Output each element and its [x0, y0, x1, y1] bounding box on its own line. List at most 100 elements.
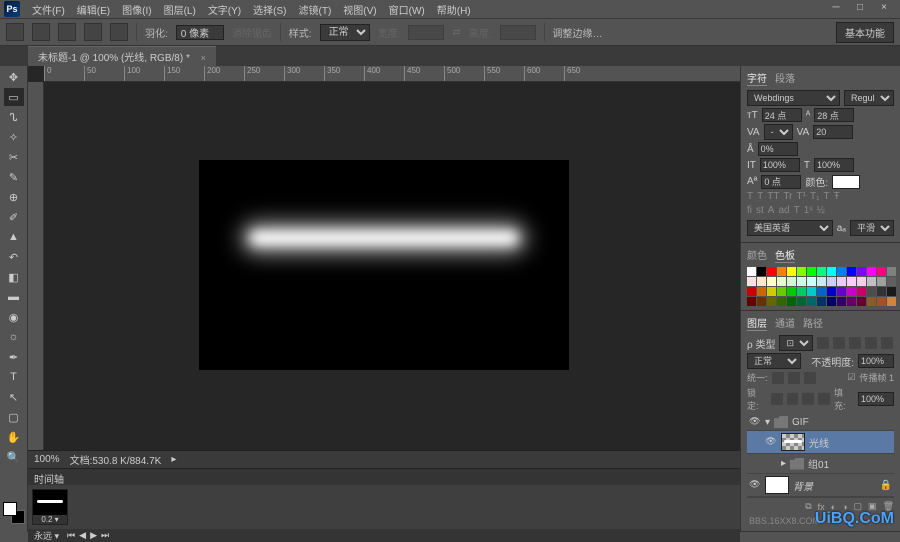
- history-brush-tool[interactable]: ↶: [4, 248, 24, 266]
- swatch[interactable]: [887, 267, 896, 276]
- expand-icon[interactable]: ▸: [781, 458, 786, 469]
- swatch[interactable]: [877, 267, 886, 276]
- text-color-swatch[interactable]: [832, 175, 860, 189]
- menu-item[interactable]: 图层(L): [158, 0, 202, 19]
- marquee-tool[interactable]: ▭: [4, 88, 24, 106]
- swatch[interactable]: [877, 297, 886, 306]
- hand-tool[interactable]: ✋: [4, 428, 24, 446]
- lock-position-icon[interactable]: [802, 393, 814, 405]
- swatch[interactable]: [867, 277, 876, 286]
- baseline-pct-input[interactable]: [758, 142, 798, 156]
- swatch[interactable]: [847, 287, 856, 296]
- swatch[interactable]: [887, 277, 896, 286]
- swatch[interactable]: [817, 267, 826, 276]
- pen-tool[interactable]: ✒: [4, 348, 24, 366]
- opacity-input[interactable]: [858, 354, 894, 368]
- swatch[interactable]: [847, 267, 856, 276]
- swatch[interactable]: [787, 287, 796, 296]
- text-style-button[interactable]: T: [757, 191, 763, 202]
- swatch[interactable]: [777, 267, 786, 276]
- tab-paths[interactable]: 路径: [803, 315, 823, 331]
- canvas-viewport[interactable]: [44, 82, 740, 450]
- menu-item[interactable]: 编辑(E): [71, 0, 116, 19]
- text-style-button[interactable]: Ŧ: [834, 191, 840, 202]
- lock-pixels-icon[interactable]: [787, 393, 799, 405]
- antialias-select[interactable]: 平滑: [850, 220, 894, 236]
- swatch[interactable]: [817, 297, 826, 306]
- swatch[interactable]: [857, 297, 866, 306]
- document-tab[interactable]: 未标题-1 @ 100% (光线, RGB/8) * ×: [28, 46, 216, 66]
- unify-position-icon[interactable]: [772, 372, 784, 384]
- opentype-1st[interactable]: 1ˢ: [804, 205, 813, 216]
- zoom-level[interactable]: 100%: [34, 454, 60, 465]
- font-style-select[interactable]: Regular: [844, 90, 894, 106]
- swatch[interactable]: [807, 277, 816, 286]
- swatch[interactable]: [887, 297, 896, 306]
- color-swatch-control[interactable]: [3, 502, 25, 524]
- refine-edge-button[interactable]: 调整边缘…: [553, 25, 603, 40]
- visibility-toggle-icon[interactable]: 👁: [765, 436, 777, 448]
- swatch[interactable]: [817, 277, 826, 286]
- document-canvas[interactable]: [199, 160, 569, 370]
- opentype-a1[interactable]: A: [768, 205, 775, 216]
- tab-layers[interactable]: 图层: [747, 315, 767, 331]
- swatch[interactable]: [757, 297, 766, 306]
- language-select[interactable]: 美国英语: [747, 220, 833, 236]
- gradient-tool[interactable]: ▬: [4, 288, 24, 306]
- swatch[interactable]: [827, 287, 836, 296]
- tab-color[interactable]: 颜色: [747, 247, 767, 263]
- visibility-toggle-icon[interactable]: 👁: [749, 416, 761, 428]
- leading-input[interactable]: [814, 108, 854, 122]
- swatch[interactable]: [747, 277, 756, 286]
- opentype-fi[interactable]: fi: [747, 205, 752, 216]
- wand-tool[interactable]: ✧: [4, 128, 24, 146]
- stamp-tool[interactable]: ▲: [4, 228, 24, 246]
- tab-character[interactable]: 字符: [747, 70, 767, 86]
- lock-transparent-icon[interactable]: [771, 393, 783, 405]
- swatch[interactable]: [847, 297, 856, 306]
- swatch[interactable]: [767, 267, 776, 276]
- close-button[interactable]: ×: [872, 2, 896, 16]
- swatch[interactable]: [797, 287, 806, 296]
- move-tool[interactable]: ✥: [4, 68, 24, 86]
- swatch[interactable]: [837, 297, 846, 306]
- healing-tool[interactable]: ⊕: [4, 188, 24, 206]
- zoom-tool[interactable]: 🔍: [4, 448, 24, 466]
- swatch[interactable]: [767, 287, 776, 296]
- tab-paragraph[interactable]: 段落: [775, 70, 795, 86]
- path-tool[interactable]: ↖: [4, 388, 24, 406]
- swatch[interactable]: [747, 297, 756, 306]
- layer-name[interactable]: 背景: [793, 478, 813, 493]
- close-tab-icon[interactable]: ×: [201, 53, 206, 63]
- swatch[interactable]: [757, 287, 766, 296]
- swatch[interactable]: [777, 277, 786, 286]
- propagate-label[interactable]: 传播帧 1: [859, 371, 894, 384]
- swatch[interactable]: [777, 287, 786, 296]
- layer-name[interactable]: GIF: [792, 417, 809, 428]
- text-style-button[interactable]: T¹: [797, 191, 806, 202]
- swatch[interactable]: [817, 287, 826, 296]
- swatch[interactable]: [747, 267, 756, 276]
- minimize-button[interactable]: ─: [824, 2, 848, 16]
- tracking-input[interactable]: [813, 125, 853, 139]
- filter-adjust-icon[interactable]: [833, 337, 845, 349]
- blur-tool[interactable]: ◉: [4, 308, 24, 326]
- text-style-button[interactable]: TT: [767, 191, 779, 202]
- eraser-tool[interactable]: ◧: [4, 268, 24, 286]
- marquee-mode-add-icon[interactable]: [58, 23, 76, 41]
- tool-preset-icon[interactable]: [6, 23, 24, 41]
- workspace-switcher[interactable]: 基本功能: [836, 22, 894, 43]
- swatch[interactable]: [777, 297, 786, 306]
- doc-info[interactable]: 文档:530.8 K/884.7K: [70, 452, 162, 467]
- swatch[interactable]: [757, 267, 766, 276]
- swatch[interactable]: [877, 277, 886, 286]
- opentype-a2[interactable]: ad: [778, 205, 789, 216]
- font-family-select[interactable]: Webdings: [747, 90, 840, 106]
- type-tool[interactable]: T: [4, 368, 24, 386]
- foreground-color-swatch[interactable]: [3, 502, 17, 516]
- maximize-button[interactable]: □: [848, 2, 872, 16]
- swatch[interactable]: [857, 277, 866, 286]
- menu-item[interactable]: 文件(F): [26, 0, 71, 19]
- filter-pixel-icon[interactable]: [817, 337, 829, 349]
- text-style-button[interactable]: Tr: [783, 191, 792, 202]
